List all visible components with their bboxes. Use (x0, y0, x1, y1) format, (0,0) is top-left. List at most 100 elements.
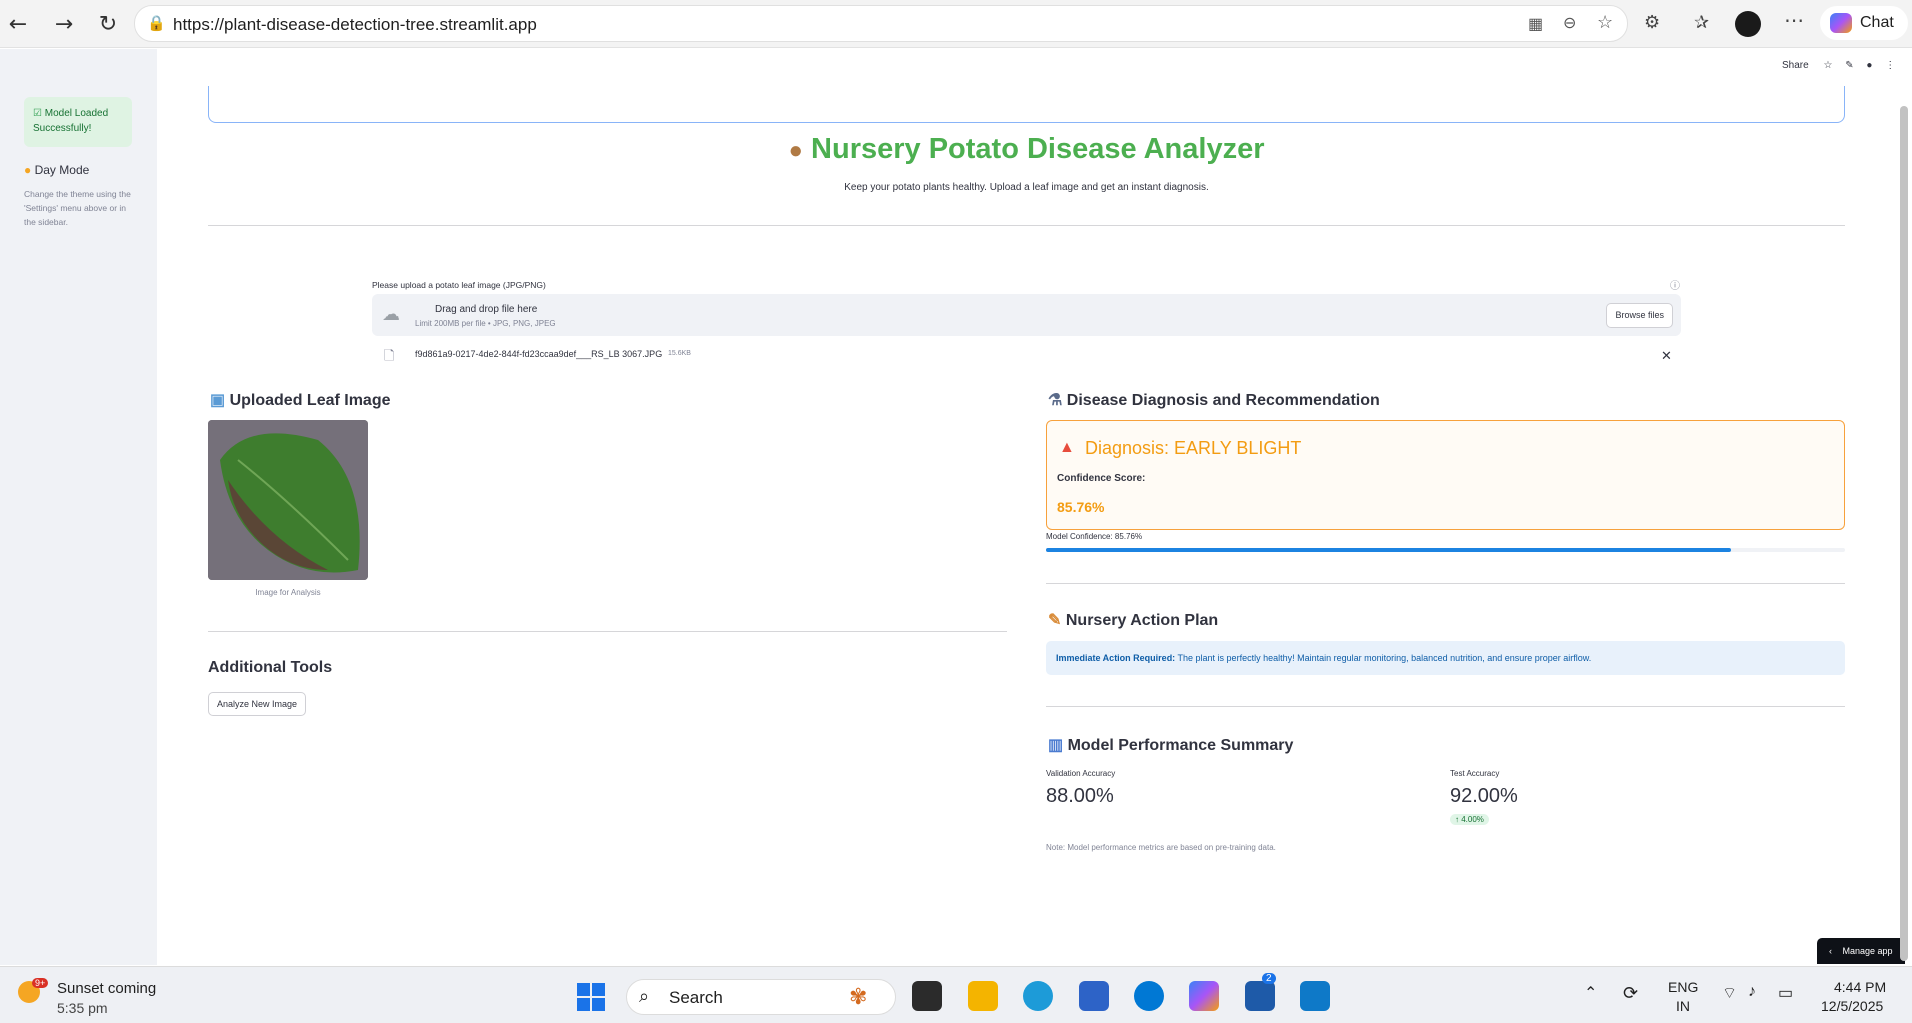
top-input-frame[interactable] (208, 86, 1845, 123)
arrow-up-icon: ↑ (1455, 815, 1459, 824)
file-dropzone[interactable]: ☁ Drag and drop file here Limit 200MB pe… (372, 294, 1681, 336)
chat-label: Chat (1860, 14, 1894, 31)
github-icon[interactable]: ● (1866, 60, 1872, 71)
volume-icon[interactable]: ♪ (1748, 983, 1756, 1001)
task-view-icon[interactable] (912, 981, 942, 1011)
weather-title[interactable]: Sunset coming (57, 980, 156, 997)
zoom-icon[interactable]: ⊖ (1563, 13, 1576, 33)
tools-heading: Additional Tools (208, 659, 333, 676)
analyze-new-image-button[interactable]: Analyze New Image (208, 692, 307, 716)
region-label: IN (1676, 998, 1690, 1014)
browser-toolbar: ← → ↻ 🔒 https://plant-disease-detection-… (0, 0, 1912, 48)
model-status-alert: ☑ Model Loaded Successfully! (24, 97, 132, 147)
uploaded-heading: ▣ Uploaded Leaf Image (210, 390, 391, 410)
windows-taskbar: 9+ Sunset coming 5:35 pm ⌕ Search ✾ 2 ⌃ … (0, 966, 1912, 1023)
lync-icon[interactable] (1245, 981, 1275, 1011)
drag-drop-text: Drag and drop file here (435, 304, 538, 315)
browse-files-button[interactable]: Browse files (1606, 303, 1673, 328)
copilot-chat-button[interactable]: Chat (1820, 6, 1908, 40)
test-accuracy-label: Test Accuracy (1450, 769, 1500, 778)
search-icon: ⌕ (639, 986, 650, 1006)
accuracy-delta-badge: ↑ 4.00% (1450, 814, 1489, 825)
page-subtitle: Keep your potato plants healthy. Upload … (844, 182, 1209, 193)
file-name: f9d861a9-0217-4de2-844f-fd23ccaa9def___R… (415, 349, 663, 359)
language-label[interactable]: ENG (1668, 979, 1698, 995)
diagnosis-card: ▲ Diagnosis: EARLY BLIGHT Confidence Sco… (1046, 420, 1845, 530)
action-plan-heading-text: Nursery Action Plan (1065, 612, 1219, 629)
day-mode-label: ● Day Mode (24, 163, 89, 177)
weather-time: 5:35 pm (57, 1000, 108, 1016)
test-accuracy-value: 92.00% (1450, 785, 1518, 807)
help-icon[interactable]: ⓘ (1670, 277, 1680, 292)
copilot-app-icon[interactable] (1189, 981, 1219, 1011)
day-mode-text: Day Mode (34, 163, 90, 177)
app-icon[interactable]: ▦ (1528, 14, 1543, 34)
scrollbar[interactable] (1900, 106, 1908, 961)
diagnosis-heading: ⚗ Disease Diagnosis and Recommendation (1048, 390, 1380, 410)
edit-icon[interactable]: ✎ (1845, 60, 1853, 71)
diagnosis-title: Diagnosis: EARLY BLIGHT (1085, 438, 1302, 458)
lock-icon[interactable]: 🔒 (147, 14, 166, 32)
divider (1046, 706, 1845, 707)
performance-note: Note: Model performance metrics are base… (1046, 843, 1276, 852)
clock-time[interactable]: 4:44 PM (1834, 979, 1886, 995)
cortana-icon[interactable] (1134, 981, 1164, 1011)
favorite-star-icon[interactable]: ☆ (1597, 12, 1613, 33)
alert-siren-icon: ▲ (1059, 439, 1075, 456)
action-plan-text: The plant is perfectly healthy! Maintain… (1177, 653, 1592, 663)
manage-app-button[interactable]: ‹ Manage app (1817, 938, 1905, 964)
action-plan-info: Immediate Action Required: The plant is … (1046, 641, 1845, 675)
share-button[interactable]: Share (1782, 60, 1809, 71)
image-caption: Image for Analysis (255, 588, 321, 597)
back-icon[interactable]: ← (2, 8, 34, 40)
sync-icon[interactable]: ⟳ (1623, 983, 1638, 1004)
picture-icon: ▣ (210, 392, 226, 409)
forward-icon[interactable]: → (48, 8, 80, 40)
divider (1046, 583, 1845, 584)
main-menu-icon[interactable]: ⋮ (1885, 60, 1895, 71)
confidence-progress-bar (1046, 548, 1845, 552)
extensions-icon[interactable]: ⚙ (1644, 12, 1660, 33)
reload-icon[interactable]: ↻ (92, 8, 124, 40)
file-explorer-icon[interactable] (968, 981, 998, 1011)
manage-app-label: Manage app (1842, 946, 1893, 956)
sidebar: ☑ Model Loaded Successfully! ● Day Mode … (0, 49, 157, 965)
star-icon[interactable]: ☆ (1823, 60, 1832, 71)
address-bar[interactable]: 🔒 https://plant-disease-detection-tree.s… (134, 5, 1628, 42)
file-icon: 🗋 (384, 348, 395, 363)
vscode-icon[interactable] (1300, 981, 1330, 1011)
chevron-up-icon[interactable]: ⌃ (1584, 983, 1597, 1003)
edge-icon[interactable] (1023, 981, 1053, 1011)
favorites-icon[interactable]: ✰ (1694, 12, 1709, 33)
action-plan-heading: ✎ Nursery Action Plan (1048, 610, 1218, 630)
action-plan-label: Immediate Action Required: (1056, 653, 1176, 663)
remove-file-icon[interactable]: ✕ (1661, 348, 1672, 364)
wifi-icon[interactable]: ⌔ (1722, 983, 1737, 1003)
model-status-text: Model Loaded Successfully! (33, 108, 109, 134)
copilot-icon (1830, 13, 1852, 33)
model-confidence-caption: Model Confidence: 85.76% (1046, 532, 1143, 541)
store-icon[interactable] (1079, 981, 1109, 1011)
battery-icon[interactable]: ▭ (1778, 983, 1793, 1003)
confidence-progress-fill (1046, 548, 1732, 552)
windows-start-icon[interactable] (577, 983, 605, 1011)
file-limit-text: Limit 200MB per file • JPG, PNG, JPEG (415, 319, 556, 328)
memo-icon: ✎ (1048, 612, 1062, 629)
uploaded-file-row: 🗋 f9d861a9-0217-4de2-844f-fd23ccaa9def__… (384, 346, 1674, 366)
uploader-label: Please upload a potato leaf image (JPG/P… (372, 280, 546, 290)
url-text: https://plant-disease-detection-tree.str… (173, 15, 537, 34)
accuracy-delta-text: 4.00% (1461, 815, 1484, 824)
cloud-upload-icon: ☁ (382, 304, 400, 324)
more-icon[interactable]: ⋯ (1784, 8, 1804, 32)
profile-avatar[interactable] (1735, 11, 1761, 37)
file-size: 15.6KB (668, 350, 691, 357)
taskbar-search[interactable]: ⌕ Search ✾ (626, 979, 896, 1015)
search-label: Search (669, 988, 723, 1007)
search-highlight-icon: ✾ (849, 984, 868, 1009)
weather-badge: 9+ (32, 978, 49, 988)
validation-accuracy-value: 88.00% (1046, 785, 1114, 807)
clock-date: 12/5/2025 (1821, 998, 1884, 1014)
uploaded-heading-text: Uploaded Leaf Image (229, 392, 391, 409)
page-title: ● Nursery Potato Disease Analyzer (208, 133, 1845, 166)
page-title-text: Nursery Potato Disease Analyzer (811, 133, 1265, 165)
